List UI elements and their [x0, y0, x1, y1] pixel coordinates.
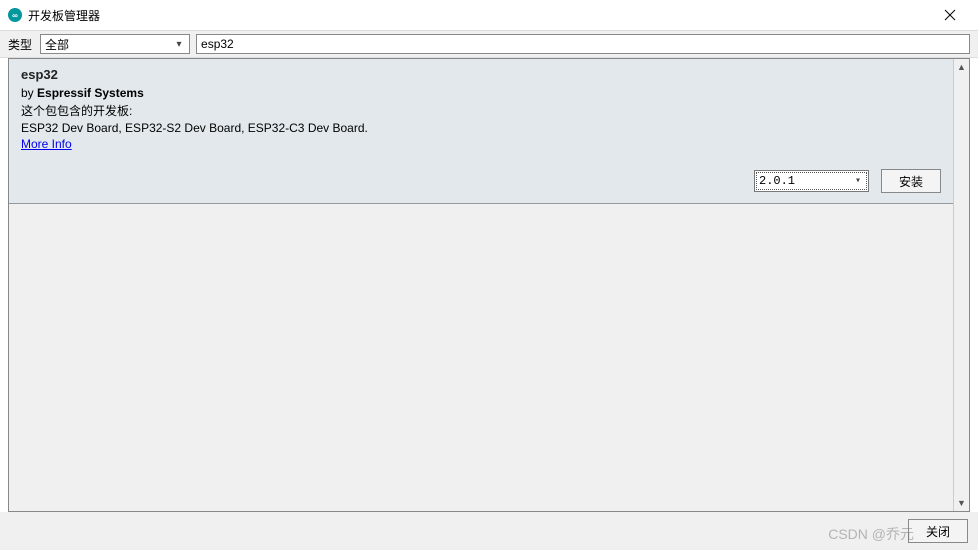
type-label: 类型: [8, 36, 32, 53]
chevron-down-icon: ▾: [171, 39, 187, 50]
package-boards: ESP32 Dev Board, ESP32-S2 Dev Board, ESP…: [21, 121, 941, 135]
filter-bar: 类型 全部 ▾: [0, 30, 978, 58]
version-select-value: 2.0.1: [759, 174, 795, 188]
version-select[interactable]: 2.0.1 ▾: [754, 170, 869, 192]
package-actions: 2.0.1 ▾ 安装: [21, 169, 941, 193]
package-author: Espressif Systems: [37, 86, 144, 100]
arduino-icon: ∞: [8, 8, 22, 22]
chevron-down-icon: ▾: [850, 175, 866, 187]
scrollbar[interactable]: ▲ ▼: [953, 59, 969, 511]
window-close-button[interactable]: [930, 0, 970, 30]
scroll-up-icon[interactable]: ▲: [954, 59, 969, 75]
results-list: esp32 by Espressif Systems 这个包包含的开发板: ES…: [9, 59, 953, 511]
type-select-value: 全部: [45, 36, 69, 53]
results-panel: esp32 by Espressif Systems 这个包包含的开发板: ES…: [8, 58, 970, 512]
search-input[interactable]: [196, 34, 970, 54]
package-desc-label: 这个包包含的开发板:: [21, 102, 941, 119]
package-author-line: by Espressif Systems: [21, 86, 941, 100]
titlebar: ∞ 开发板管理器: [0, 0, 978, 30]
package-name: esp32: [21, 67, 941, 82]
package-card: esp32 by Espressif Systems 这个包包含的开发板: ES…: [9, 59, 953, 204]
install-button[interactable]: 安装: [881, 169, 941, 193]
close-button[interactable]: 关闭: [908, 519, 968, 543]
close-icon: [944, 9, 956, 21]
more-info-link[interactable]: More Info: [21, 137, 72, 151]
window-title: 开发板管理器: [28, 7, 100, 24]
by-prefix: by: [21, 86, 37, 100]
scroll-down-icon[interactable]: ▼: [954, 495, 969, 511]
footer: 关闭: [0, 512, 978, 550]
type-select[interactable]: 全部 ▾: [40, 34, 190, 54]
